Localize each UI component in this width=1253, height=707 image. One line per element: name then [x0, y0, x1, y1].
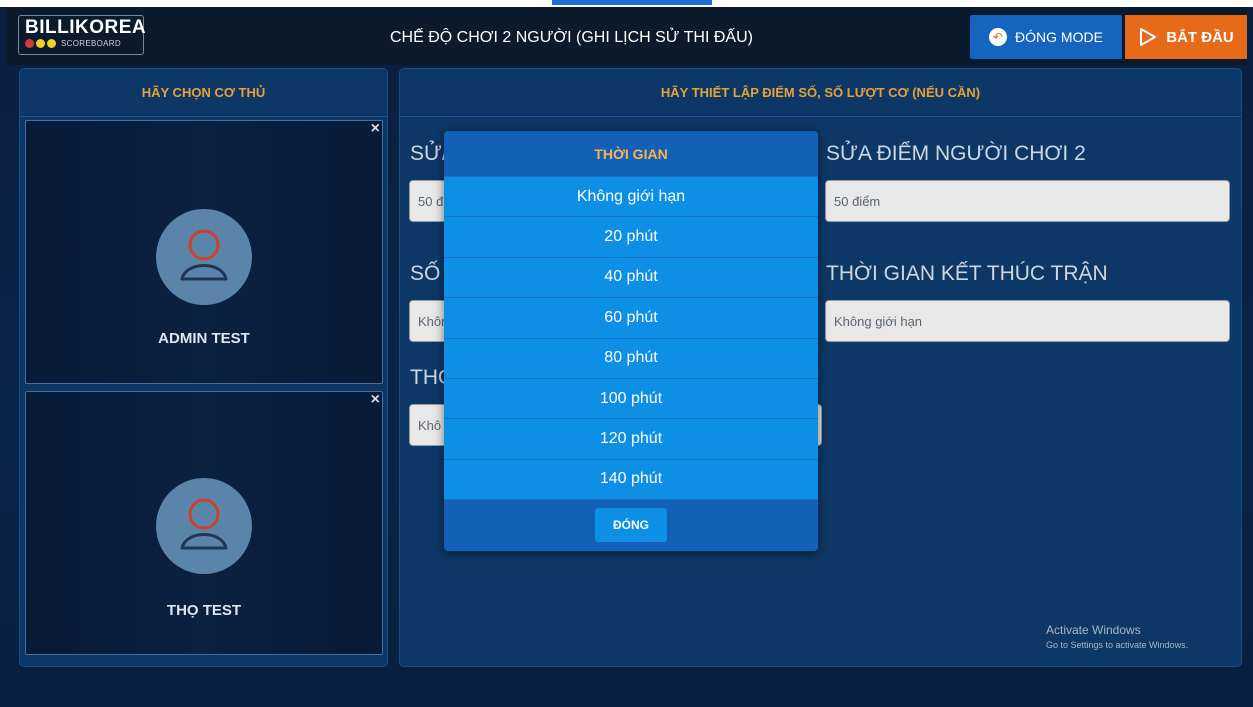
turns-label: SỐ	[410, 262, 441, 285]
time-option[interactable]: 100 phút	[444, 378, 818, 420]
time-option[interactable]: 20 phút	[444, 217, 818, 258]
back-arrow-icon: ↶	[989, 28, 1008, 46]
play-icon	[1140, 28, 1157, 46]
top-strip-accent	[552, 0, 712, 5]
logo-text: BILLIKOREA	[25, 17, 147, 38]
top-strip	[0, 0, 1253, 7]
page-title: CHẾ ĐỘ CHƠI 2 NGƯỜI (GHI LỊCH SỬ THI ĐẤU…	[390, 29, 753, 46]
start-label: BẮT ĐẦU	[1166, 28, 1234, 46]
activate-windows-subtitle: Go to Settings to activate Windows.	[1046, 640, 1189, 650]
close-icon[interactable]: ×	[371, 121, 380, 137]
end-time-label: THỜI GIAN KẾT THÚC TRẬN	[826, 262, 1108, 285]
player-name: THỌ TEST	[166, 602, 242, 619]
player-panel-title: HÃY CHỌN CƠ THỦ	[20, 69, 387, 117]
header-bar: BILLIKOREA SCOREBOARD CHẾ ĐỘ CHƠI 2 NGƯỜ…	[6, 7, 1247, 65]
time-option[interactable]: 140 phút	[444, 459, 818, 501]
logo-balls: SCOREBOARD	[25, 39, 137, 48]
time-option[interactable]: 80 phút	[444, 338, 818, 379]
score2-label: SỬA ĐIỂM NGƯỜI CHƠI 2	[826, 142, 1086, 165]
player-card-1[interactable]: × ADMIN TEST	[25, 120, 383, 384]
modal-footer: ĐÓNG	[444, 499, 818, 551]
end-time-input[interactable]: Không giới hạn	[825, 300, 1230, 342]
close-icon[interactable]: ×	[371, 392, 380, 408]
time-option[interactable]: 60 phút	[444, 298, 818, 339]
avatar	[156, 209, 252, 305]
yellow-ball-icon-2	[47, 39, 56, 48]
modal-close-button[interactable]: ĐÓNG	[595, 508, 667, 542]
modal-title: THỜI GIAN	[444, 131, 818, 177]
time-option[interactable]: Không giới hạn	[444, 177, 818, 218]
avatar	[156, 478, 252, 574]
close-mode-label: ĐÓNG MODE	[1015, 29, 1103, 45]
activate-windows-title: Activate Windows	[1046, 623, 1141, 637]
time-option[interactable]: 120 phút	[444, 419, 818, 460]
yellow-ball-icon	[36, 39, 45, 48]
settings-panel-title: HÃY THIẾT LẬP ĐIỂM SỐ, SỐ LƯỢT CƠ (NẾU C…	[400, 69, 1241, 117]
player-card-2[interactable]: × THỌ TEST	[25, 391, 383, 655]
score1-label: SỬ/	[410, 142, 448, 165]
red-ball-icon	[25, 39, 34, 48]
logo-subtext: SCOREBOARD	[61, 39, 121, 48]
close-mode-button[interactable]: ↶ ĐÓNG MODE	[970, 15, 1122, 59]
start-button[interactable]: BẮT ĐẦU	[1125, 15, 1247, 59]
app-logo: BILLIKOREA SCOREBOARD	[18, 15, 147, 55]
player-name: ADMIN TEST	[158, 330, 250, 347]
score2-input[interactable]: 50 điểm	[825, 180, 1230, 222]
time-option[interactable]: 40 phút	[444, 257, 818, 299]
user-icon	[180, 498, 228, 550]
time-picker-modal: THỜI GIAN Không giới hạn 20 phút 40 phút…	[444, 131, 818, 551]
user-icon	[180, 229, 228, 281]
player-select-panel: HÃY CHỌN CƠ THỦ × ADMIN TEST × THỌ TEST	[19, 68, 388, 667]
